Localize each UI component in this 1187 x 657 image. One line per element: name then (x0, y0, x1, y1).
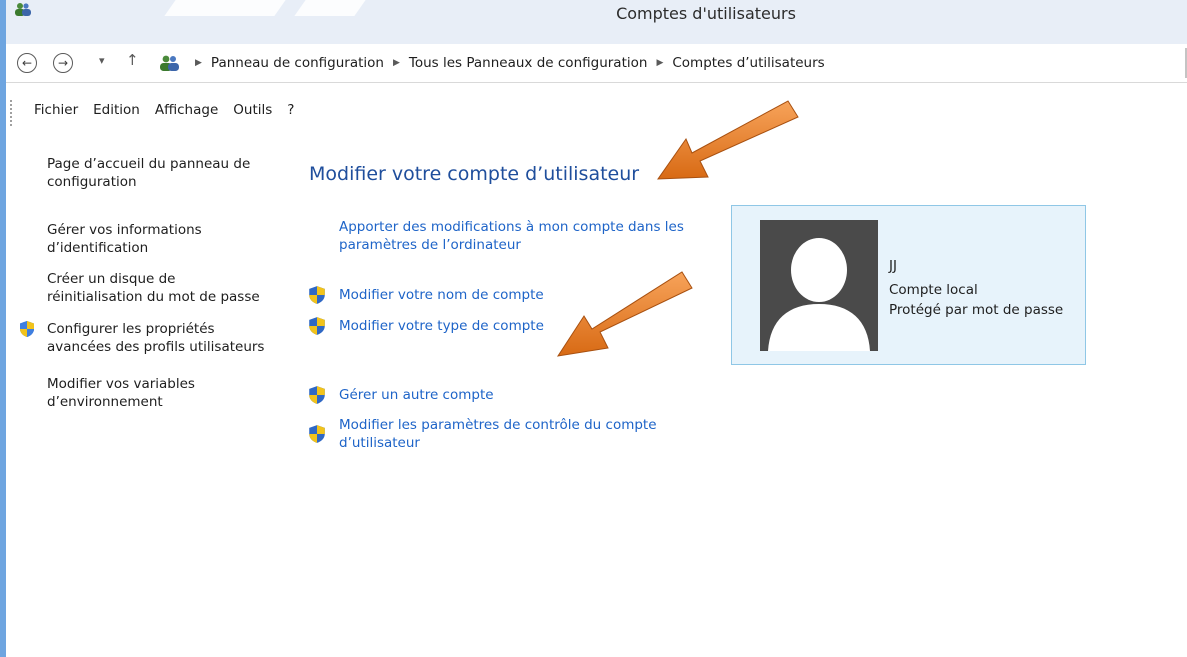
account-protection: Protégé par mot de passe (889, 302, 1064, 318)
link-text-line: paramètres de l’ordinateur (339, 237, 521, 253)
users-icon[interactable] (158, 54, 180, 72)
watermark-stripe (164, 0, 286, 16)
breadcrumb-all-control-panel-items[interactable]: Tous les Panneaux de configuration (409, 55, 648, 71)
uac-settings-link[interactable]: Modifier les paramètres de contrôle du c… (339, 416, 657, 452)
menu-tools[interactable]: Outils (233, 102, 272, 118)
pc-settings-link[interactable]: Apporter des modifications à mon compte … (339, 218, 684, 254)
link-text-line: Créer un disque de (47, 271, 176, 287)
breadcrumb-separator-icon[interactable]: ▶ (656, 58, 663, 68)
account-name: JJ (889, 258, 897, 274)
link-text-line: d’utilisateur (339, 435, 420, 451)
link-text-line: d’identification (47, 240, 149, 256)
breadcrumb-user-accounts[interactable]: Comptes d’utilisateurs (672, 55, 824, 71)
address-bar: ← → ▾ ↑ ▶ Panneau de configuration ▶ Tou… (6, 44, 1187, 83)
account-card: JJ Compte local Protégé par mot de passe (731, 205, 1086, 365)
forward-icon: → (57, 56, 69, 70)
back-button[interactable]: ← (17, 53, 37, 73)
shield-icon (309, 425, 325, 443)
arrow-annotation (657, 100, 799, 180)
user-avatar-icon (768, 238, 870, 351)
manage-another-account-link[interactable]: Gérer un autre compte (339, 386, 494, 404)
link-text-line: Modifier les paramètres de contrôle du c… (339, 417, 657, 433)
watermark-stripe (294, 0, 366, 16)
menu-edit[interactable]: Edition (93, 102, 140, 118)
arrow-annotation (556, 271, 693, 357)
menu-bar: Fichier Edition Affichage Outils ? (6, 82, 1187, 135)
shield-icon (309, 317, 325, 335)
link-text-line: d’environnement (47, 394, 163, 410)
environment-variables-link[interactable]: Modifier vos variables d’environnement (47, 375, 297, 411)
link-text-line: avancées des profils utilisateurs (47, 339, 265, 355)
account-type: Compte local (889, 282, 978, 298)
link-text-line: Apporter des modifications à mon compte … (339, 219, 684, 235)
shield-icon (20, 321, 34, 337)
control-panel-home-link[interactable]: Page d’accueil du panneau de configurati… (47, 155, 297, 191)
link-text-line: Modifier vos variables (47, 376, 195, 392)
menu-help[interactable]: ? (287, 102, 294, 118)
link-text-line: réinitialisation du mot de passe (47, 289, 260, 305)
change-account-type-link[interactable]: Modifier votre type de compte (339, 317, 544, 335)
breadcrumb-control-panel[interactable]: Panneau de configuration (211, 55, 384, 71)
manage-credentials-link[interactable]: Gérer vos informations d’identification (47, 221, 297, 257)
menu-grip (10, 100, 15, 126)
link-text-line: Page d’accueil du panneau de (47, 156, 251, 172)
password-reset-disk-link[interactable]: Créer un disque de réinitialisation du m… (47, 270, 297, 306)
shield-icon (309, 286, 325, 304)
change-account-name-link[interactable]: Modifier votre nom de compte (339, 286, 544, 304)
up-icon[interactable]: ↑ (126, 51, 139, 69)
menu-file[interactable]: Fichier (34, 102, 78, 118)
back-icon: ← (21, 56, 33, 70)
recent-locations-chevron-icon[interactable]: ▾ (99, 54, 105, 67)
breadcrumb-separator-icon[interactable]: ▶ (195, 58, 202, 68)
forward-button[interactable]: → (53, 53, 73, 73)
link-text-line: Gérer vos informations (47, 222, 202, 238)
breadcrumb: ▶ Panneau de configuration ▶ Tous les Pa… (158, 53, 825, 73)
avatar[interactable] (760, 220, 878, 351)
page-title: Modifier votre compte d’utilisateur (309, 163, 640, 185)
menu-view[interactable]: Affichage (155, 102, 218, 118)
link-text-line: Configurer les propriétés (47, 321, 215, 337)
link-text-line: configuration (47, 174, 137, 190)
advanced-profile-properties-link[interactable]: Configurer les propriétés avancées des p… (47, 320, 297, 356)
shield-icon (309, 386, 325, 404)
breadcrumb-separator-icon[interactable]: ▶ (393, 58, 400, 68)
